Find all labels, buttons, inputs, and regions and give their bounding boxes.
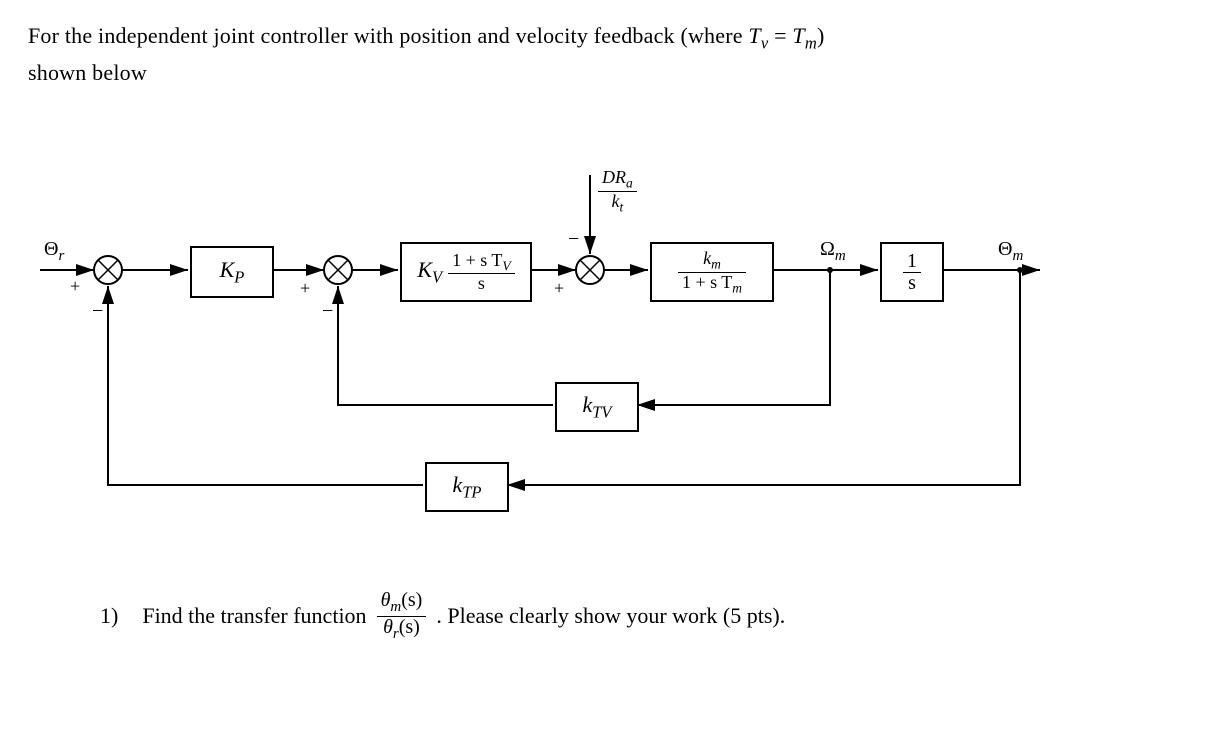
block-ktv: kTV <box>555 382 639 432</box>
kv-sub: V <box>432 267 442 286</box>
q1-text-a: Find the transfer function <box>142 603 366 629</box>
q1-number: 1) <box>100 603 118 629</box>
sum1-plus: + <box>70 276 80 297</box>
intro-eq: = <box>768 23 792 48</box>
block-ktp: kTP <box>425 462 509 512</box>
q1-frac-den-sym: θ <box>383 616 393 638</box>
dist-num: DR <box>602 167 626 187</box>
int-den: s <box>908 272 916 294</box>
plant-den-a: 1 + s T <box>682 272 732 292</box>
theta-m-sym: Θ <box>998 238 1012 260</box>
intro-line1-b: ) <box>817 23 825 48</box>
omega-m-sym: Ω <box>820 238 835 260</box>
kv-K: K <box>417 257 432 282</box>
intro-line2: shown below <box>28 57 1197 89</box>
block-kp: KP <box>190 246 274 298</box>
omega-m-label: Ωm <box>820 238 846 265</box>
q1-frac-num-sym: θ <box>381 589 391 611</box>
intro-line1-a: For the independent joint controller wit… <box>28 23 748 48</box>
ktv-sub: TV <box>592 402 611 421</box>
omega-m-sub: m <box>835 248 846 264</box>
plant-num-sub: m <box>711 256 721 271</box>
theta-m-sub: m <box>1012 248 1023 264</box>
q1-frac-num-sub: m <box>390 599 401 615</box>
ktp-k: k <box>452 472 462 497</box>
sum2-minus: − <box>322 300 333 323</box>
plant-den-sub: m <box>732 280 742 295</box>
theta-r-sym: Θ <box>44 238 58 260</box>
output-label: Θm <box>998 238 1023 265</box>
sum1-minus: − <box>92 300 103 323</box>
ktp-sub: TP <box>462 482 481 501</box>
plant-num: k <box>703 248 711 268</box>
q1-frac-den-arg: (s) <box>399 616 420 638</box>
dist-num-sub: a <box>626 176 633 191</box>
Tv-sym: T <box>748 23 760 48</box>
kv-num-sub: V <box>502 258 510 273</box>
kv-num: 1 + s T <box>452 250 502 270</box>
block-kv: KV 1 + s TV s <box>400 242 532 302</box>
intro-text: For the independent joint controller wit… <box>28 20 1197 89</box>
sum3-minus: − <box>568 228 579 251</box>
diagram-wires <box>30 160 1080 520</box>
kp-K: K <box>220 257 235 282</box>
dist-den-sub: t <box>619 199 623 214</box>
ktv-k: k <box>582 392 592 417</box>
Tm-sym: T <box>792 23 804 48</box>
int-num: 1 <box>907 250 917 272</box>
q1-frac-num-arg: (s) <box>401 589 422 611</box>
Tm-sub: m <box>805 33 817 52</box>
block-diagram: Θr + − KP + − KV 1 + s TV s + − <box>30 160 1080 520</box>
q1-text-b: . Please clearly show your work (5 pts). <box>436 603 785 629</box>
block-integrator: 1 s <box>880 242 944 302</box>
sum3-plus: + <box>554 278 564 299</box>
sum2-plus: + <box>300 278 310 299</box>
disturbance-label: DRa kt <box>598 168 637 215</box>
question-1: 1) Find the transfer function θm(s) θr(s… <box>100 590 785 643</box>
block-plant: km 1 + s Tm <box>650 242 774 302</box>
kp-sub: P <box>234 267 244 286</box>
kv-den: s <box>478 273 485 293</box>
input-label: Θr <box>44 238 64 265</box>
theta-r-sub: r <box>58 248 64 264</box>
